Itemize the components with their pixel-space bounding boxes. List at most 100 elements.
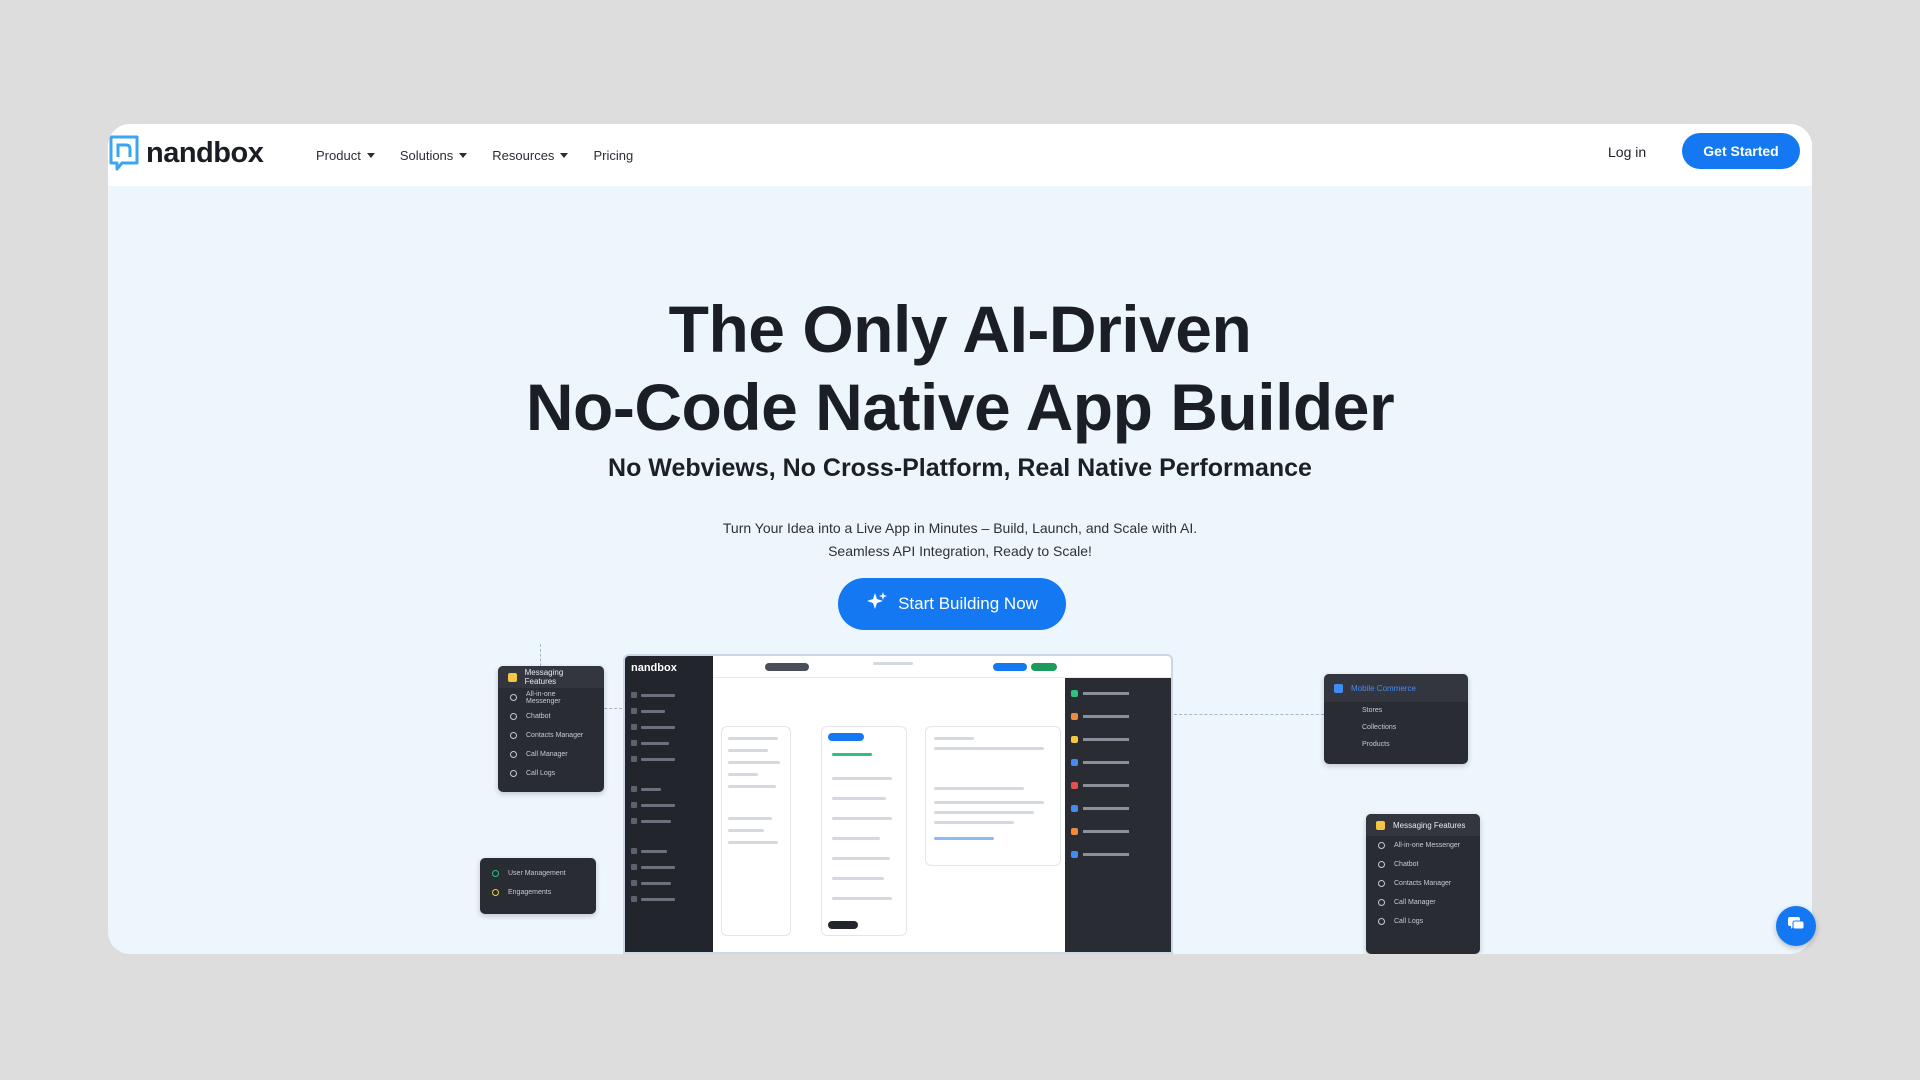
call-log-icon (1378, 918, 1385, 925)
preview-sidebar-item (631, 704, 707, 718)
caret-down-icon (459, 152, 468, 158)
messaging-features-panel-right: Messaging Features All-in-one Messenger … (1366, 814, 1480, 954)
mobile-commerce-panel: Mobile Commerce Stores Collections Produ… (1324, 674, 1468, 764)
get-started-button[interactable]: Get Started (1682, 133, 1800, 169)
sparkle-icon (866, 591, 888, 618)
messaging-icon (508, 672, 517, 682)
list-item: Chatbot (1366, 855, 1480, 874)
logo-text: nandbox (146, 136, 264, 169)
app-builder-preview: nandbox (623, 654, 1173, 954)
bot-icon (510, 713, 517, 720)
contacts-icon (510, 732, 517, 739)
messaging-icon (1376, 820, 1385, 830)
preview-toolbar (713, 656, 1171, 678)
preview-brand: nandbox (631, 662, 677, 674)
preview-components-panel (1065, 678, 1171, 952)
list-item: Stores (1362, 707, 1383, 714)
list-item-label: Engagements (508, 889, 552, 896)
nav-solutions[interactable]: Solutions (399, 147, 468, 163)
nav-pricing-label: Pricing (593, 147, 634, 163)
preview-sidebar-item (631, 798, 707, 812)
nav-resources-label: Resources (492, 147, 555, 163)
user-panel-left: User Management Engagements (480, 858, 596, 914)
start-building-button[interactable]: Start Building Now (838, 578, 1066, 630)
preview-toolbar-pill (1031, 663, 1057, 671)
list-item: Call Manager (498, 745, 604, 764)
preview-sidebar-item (631, 782, 707, 796)
list-item: Engagements (480, 883, 596, 902)
contacts-icon (1378, 880, 1385, 887)
list-item-label: Call Manager (526, 751, 568, 758)
chat-widget-button[interactable] (1776, 906, 1816, 946)
preview-sidebar: nandbox (625, 656, 713, 952)
list-item-label: Contacts Manager (1394, 880, 1452, 887)
list-item: Call Manager (1366, 893, 1480, 912)
preview-sidebar-item (631, 814, 707, 828)
caret-down-icon (366, 152, 375, 158)
hero-description-line2: Seamless API Integration, Ready to Scale… (828, 543, 1092, 559)
chat-icon (1786, 914, 1806, 939)
thumbs-up-icon (492, 889, 499, 896)
hero-title-line1: The Only AI-Driven (668, 292, 1252, 366)
list-item-label: Contacts Manager (526, 732, 584, 739)
main-nav: Product Solutions Resources Pricing (316, 124, 658, 186)
list-item: Contacts Manager (498, 726, 604, 745)
list-item: Contacts Manager (1366, 874, 1480, 893)
preview-sidebar-item (631, 892, 707, 906)
list-item-label: Chatbot (1394, 861, 1419, 868)
preview-navigation-card (925, 726, 1061, 866)
list-item-label: Call Logs (526, 770, 556, 777)
rocket-icon (1378, 842, 1385, 849)
list-item: Chatbot (498, 707, 604, 726)
list-item-label: Call Manager (1394, 899, 1436, 906)
list-item: All-in-one Messenger (498, 688, 604, 707)
preview-sidebar-item (631, 688, 707, 702)
nav-resources[interactable]: Resources (492, 147, 569, 163)
preview-sidebar-item (631, 736, 707, 750)
hero-title-line2: No-Code Native App Builder (525, 370, 1395, 444)
login-link[interactable]: Log in (1608, 144, 1646, 160)
list-item: Products (1362, 741, 1390, 748)
panel-title: Messaging Features (1393, 820, 1466, 830)
list-item: Collections (1362, 724, 1397, 731)
hero-subtitle: No Webviews, No Cross-Platform, Real Nat… (608, 454, 1312, 482)
preview-phone (821, 726, 907, 936)
phone-icon (1378, 899, 1385, 906)
preview-section-label (625, 680, 713, 686)
preview-sidebar-item (631, 752, 707, 766)
list-item: All-in-one Messenger (1366, 836, 1480, 855)
nav-product[interactable]: Product (316, 148, 375, 163)
panel-header: Messaging Features (1366, 814, 1480, 836)
nav-pricing[interactable]: Pricing (593, 148, 633, 163)
preview-toolbar-pill (765, 663, 809, 671)
rocket-icon (510, 694, 517, 701)
list-item-label: Chatbot (526, 713, 551, 720)
logo[interactable]: nandbox (108, 134, 264, 172)
preview-sidebar-item (631, 720, 707, 734)
nav-solutions-label: Solutions (399, 147, 454, 163)
connector-line (1174, 714, 1324, 715)
preview-placeholder (873, 662, 913, 665)
preview-sidebar-item (631, 876, 707, 890)
call-log-icon (510, 770, 517, 777)
users-icon (492, 870, 499, 877)
list-item: User Management (480, 864, 596, 883)
list-item-label: All-in-one Messenger (1394, 842, 1461, 849)
list-item: Call Logs (1366, 912, 1480, 931)
list-item: Call Logs (498, 764, 604, 783)
bot-icon (1378, 861, 1385, 868)
start-building-label: Start Building Now (898, 594, 1038, 613)
panel-header: Messaging Features (498, 666, 604, 688)
site-header: nandbox Product Solutions Resources Pric… (108, 124, 1812, 186)
nav-product-label: Product (316, 147, 361, 163)
list-item-label: User Management (508, 870, 566, 877)
list-item-label: All-in-one Messenger (525, 690, 561, 705)
list-item-label: Call Logs (1394, 918, 1424, 925)
cart-icon (1334, 683, 1343, 693)
caret-down-icon (560, 152, 569, 158)
preview-toolbar-pill (993, 663, 1027, 671)
preview-sidebar-item (631, 844, 707, 858)
messaging-features-panel-left: Messaging Features All-in-one Messenger … (498, 666, 604, 792)
browser-viewport: nandbox Product Solutions Resources Pric… (108, 124, 1812, 954)
preview-template-grid (721, 726, 791, 936)
